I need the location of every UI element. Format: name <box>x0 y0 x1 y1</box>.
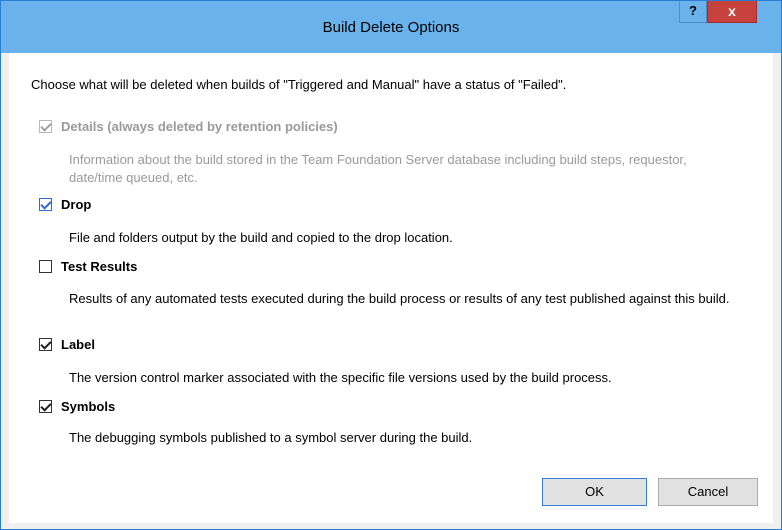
option-test-results[interactable]: Test Results <box>39 259 137 274</box>
drop-label[interactable]: Drop <box>61 197 91 212</box>
build-delete-options-dialog: Build Delete Options ? x Choose what wil… <box>0 0 782 530</box>
dialog-title: Build Delete Options <box>322 19 460 36</box>
label-description: The version control marker associated wi… <box>69 370 612 385</box>
test-results-checkbox[interactable] <box>39 260 52 273</box>
option-drop[interactable]: Drop <box>39 197 91 212</box>
option-label[interactable]: Label <box>39 337 95 352</box>
test-results-description: Results of any automated tests executed … <box>69 291 730 306</box>
test-results-label[interactable]: Test Results <box>61 259 137 274</box>
drop-description: File and folders output by the build and… <box>69 230 453 245</box>
symbols-description: The debugging symbols published to a sym… <box>69 430 473 445</box>
symbols-checkbox[interactable] <box>39 400 52 413</box>
intro-text: Choose what will be deleted when builds … <box>31 77 567 92</box>
label-label[interactable]: Label <box>61 337 95 352</box>
close-icon: x <box>728 3 736 19</box>
label-checkbox[interactable] <box>39 338 52 351</box>
details-label: Details (always deleted by retention pol… <box>61 119 338 134</box>
cancel-button[interactable]: Cancel <box>658 478 758 506</box>
option-details: Details (always deleted by retention pol… <box>39 119 338 134</box>
details-description: Information about the build stored in th… <box>69 152 687 185</box>
title-bar[interactable]: Build Delete Options ? x <box>1 1 781 53</box>
drop-checkbox[interactable] <box>39 198 52 211</box>
help-button[interactable]: ? <box>679 1 707 23</box>
symbols-label[interactable]: Symbols <box>61 399 115 414</box>
close-button[interactable]: x <box>707 1 757 23</box>
ok-button[interactable]: OK <box>542 478 647 506</box>
option-symbols[interactable]: Symbols <box>39 399 115 414</box>
details-checkbox <box>39 120 52 133</box>
